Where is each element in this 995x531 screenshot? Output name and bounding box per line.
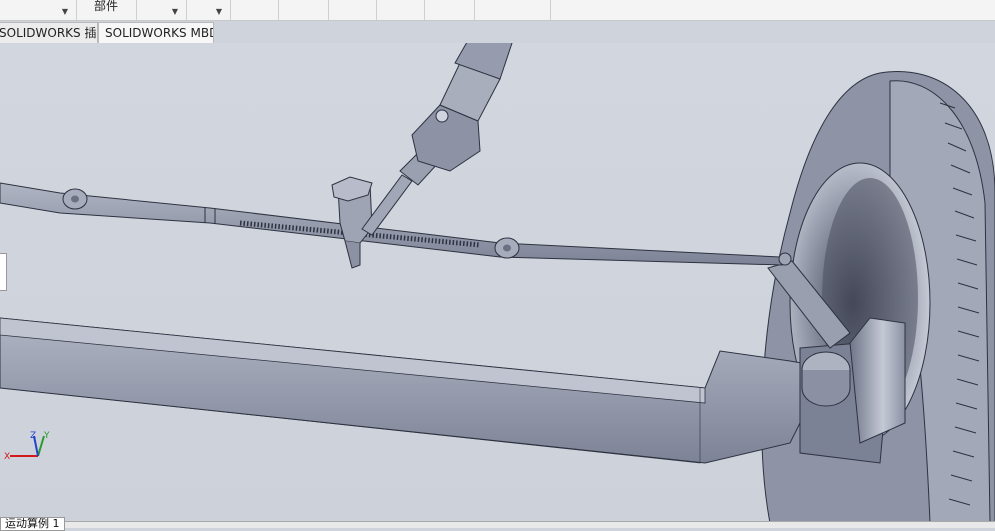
- model-rendering: [0, 43, 995, 523]
- component-dropdown[interactable]: 部件: [86, 0, 137, 20]
- display-style-icon[interactable]: ▦: [546, 43, 566, 45]
- hide-show-items-icon[interactable]: ◉: [586, 43, 606, 45]
- tab-solidworks-mbd[interactable]: SOLIDWORKS MBD: [98, 22, 214, 43]
- chevron-down-icon: ▼: [215, 7, 222, 16]
- graphics-viewport[interactable]: ⌕ ⌕ ✎ ◧ ◩ ▣ ▼ ▦ ▼ ◉ ▼ ● ◍ ▼ ▭ ▼ ◂ X Y Z: [0, 43, 995, 523]
- tab-solidworks-addins[interactable]: SOLIDWORKS 插件: [0, 22, 98, 43]
- section-view-icon[interactable]: ◧: [454, 43, 474, 45]
- reference-triad: X Y Z: [4, 431, 50, 462]
- tab-label: SOLIDWORKS MBD: [105, 26, 214, 40]
- zoom-to-fit-icon[interactable]: ⌕: [374, 43, 394, 45]
- pinion-housing: [331, 176, 373, 269]
- toolbar-slot: [328, 0, 377, 20]
- chevron-down-icon: ▼: [61, 7, 68, 16]
- steering-shaft: [361, 43, 513, 236]
- triad-x-label: X: [4, 452, 10, 462]
- triad-y-label: Y: [43, 431, 50, 441]
- motion-study-tab[interactable]: 运动算例 1: [0, 517, 65, 531]
- tab-label: SOLIDWORKS 插件: [0, 26, 97, 40]
- view-settings-icon[interactable]: ▭: [692, 43, 712, 45]
- component-dropdown-label: 部件: [94, 0, 119, 13]
- triad-z-label: Z: [30, 431, 36, 441]
- apply-scene-icon[interactable]: ◍: [652, 43, 672, 45]
- toolbar-slot: [424, 0, 475, 20]
- previous-view-icon[interactable]: ✎: [426, 43, 446, 45]
- dropdown-left[interactable]: ▼: [0, 0, 77, 20]
- view-orientation-icon[interactable]: ▣: [506, 43, 526, 45]
- chevron-down-icon: ▼: [171, 7, 178, 16]
- feature-tree-flyout-handle[interactable]: [0, 253, 7, 291]
- toolbar-slot: [376, 0, 425, 20]
- toolbar-slot: [230, 0, 279, 20]
- dropdown-mid[interactable]: ▼: [136, 0, 187, 20]
- dropdown-right[interactable]: ▼: [186, 0, 231, 20]
- zoom-area-icon[interactable]: ⌕: [400, 43, 420, 45]
- toolbar-slot: [474, 0, 551, 20]
- toolbar-slot: [278, 0, 329, 20]
- motion-study-tab-label: 运动算例 1: [5, 517, 60, 530]
- dynamic-annotation-icon[interactable]: ◩: [480, 43, 500, 45]
- edit-appearance-icon[interactable]: ●: [626, 43, 646, 45]
- top-toolbar: ▼ 部件 ▼ ▼: [0, 0, 995, 21]
